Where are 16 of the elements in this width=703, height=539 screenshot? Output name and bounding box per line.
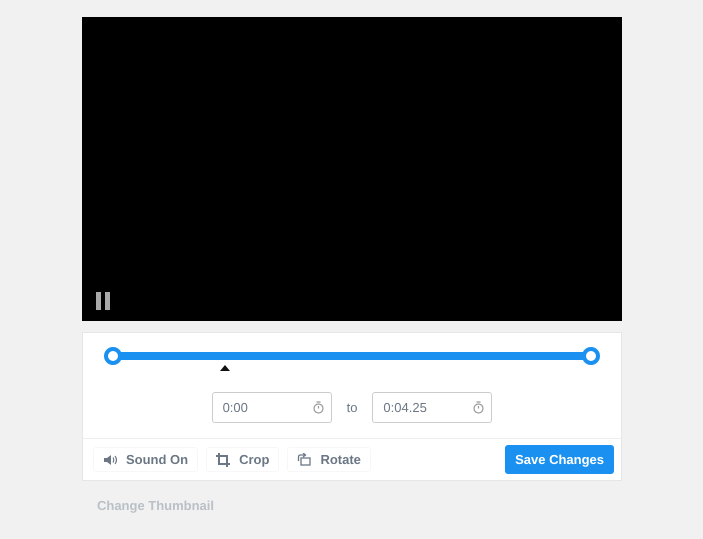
crop-button[interactable]: Crop <box>206 447 280 472</box>
save-changes-button[interactable]: Save Changes <box>505 445 614 474</box>
crop-icon <box>216 452 230 466</box>
stopwatch-icon <box>473 401 484 414</box>
start-time-field[interactable]: 0:00 <box>212 392 332 423</box>
end-time-field[interactable]: 0:04.25 <box>372 392 492 423</box>
stopwatch-icon <box>312 401 324 414</box>
separator-text: to <box>346 400 358 415</box>
rotate-icon <box>297 453 312 466</box>
speaker-icon <box>103 454 117 466</box>
playhead-icon[interactable] <box>220 365 230 371</box>
pause-icon[interactable] <box>95 292 111 310</box>
rotate-button[interactable]: Rotate <box>287 447 371 472</box>
trim-handle[interactable] <box>104 347 122 365</box>
sound-button[interactable]: Sound On <box>93 447 198 472</box>
trim-handle[interactable] <box>582 347 600 365</box>
